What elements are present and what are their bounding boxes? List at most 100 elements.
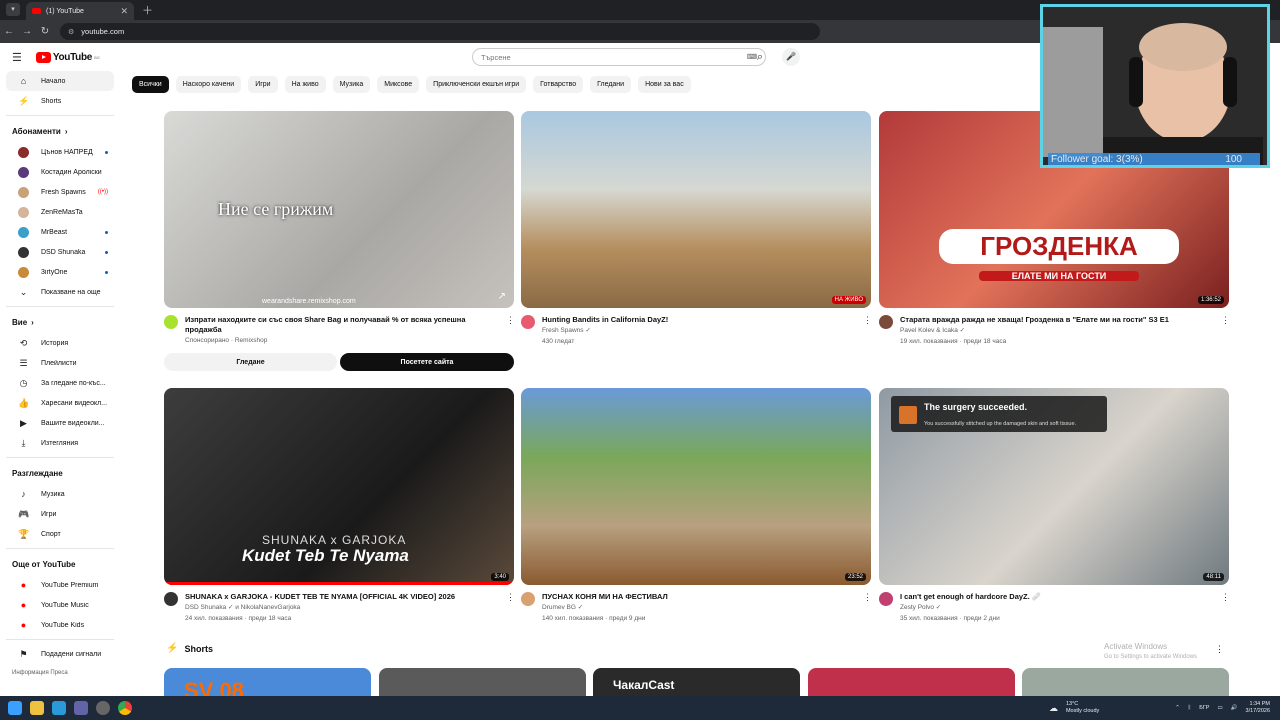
explore-item-1[interactable]: 🎮 Игри xyxy=(6,504,114,524)
tray-expand-icon[interactable]: ⌃ xyxy=(1175,705,1180,711)
channel-name[interactable]: Zesty Polvo ✓ xyxy=(900,602,1208,613)
teams-icon[interactable] xyxy=(74,701,88,715)
menu-icon[interactable]: ☰ xyxy=(12,51,22,64)
you-item-4[interactable]: ▶ Вашите видеокли... xyxy=(6,413,114,433)
chip-3[interactable]: На живо xyxy=(284,76,326,93)
short-thumbnail[interactable]: ЧакалCast xyxy=(593,668,800,696)
video-card[interactable]: Ние се грижим wearandshare.remixshop.com ↗… xyxy=(164,111,515,371)
short-thumbnail[interactable]: SV 08 xyxy=(164,668,371,696)
video-title[interactable]: ПУСНАХ КОНЯ МИ НА ФЕСТИВАЛ xyxy=(542,592,850,602)
channel-avatar[interactable] xyxy=(164,315,178,329)
youtube-app-item-1[interactable]: ● YouTube Music xyxy=(6,595,114,615)
tab-search-icon[interactable]: ▾ xyxy=(6,3,20,16)
subscription-item-5[interactable]: DSD Shunaka xyxy=(6,242,114,262)
more-actions-icon[interactable]: ⋮ xyxy=(1221,592,1230,624)
more-actions-icon[interactable]: ⋮ xyxy=(506,592,515,624)
video-thumbnail[interactable]: 23:52 xyxy=(521,388,871,585)
clock[interactable]: 1:34 PM 3/17/2026 xyxy=(1246,701,1270,715)
more-actions-icon[interactable]: ⋮ xyxy=(863,592,872,624)
shorts-more-icon[interactable]: ⋮ xyxy=(1215,644,1224,655)
video-title[interactable]: Старата вражда ражда не хваща! Грозденка… xyxy=(900,315,1208,325)
video-card[interactable]: 23:52 ПУСНАХ КОНЯ МИ НА ФЕСТИВАЛ Drumev BG… xyxy=(521,388,872,624)
sidebar-item-0[interactable]: ⌂ Начало xyxy=(6,71,114,91)
voice-search-button[interactable]: 🎤 xyxy=(782,48,800,66)
video-card[interactable]: SHUNAKA x GARJOKA Kudet Teb Te Nyama 3:40 S… xyxy=(164,388,515,624)
chip-6[interactable]: Приключенски екшън игри xyxy=(426,76,527,93)
youtube-logo[interactable]: YouTube BG xyxy=(35,51,100,63)
show-more-button[interactable]: ⌄ Показване на още xyxy=(6,282,114,302)
search-button[interactable]: ⌕ xyxy=(748,47,772,67)
back-icon[interactable]: ← xyxy=(0,26,18,37)
app-icon[interactable] xyxy=(52,701,66,715)
chip-1[interactable]: Наскоро качени xyxy=(175,76,242,93)
more-actions-icon[interactable]: ⋮ xyxy=(863,315,872,347)
youtube-app-item-2[interactable]: ● YouTube Kids xyxy=(6,615,114,635)
you-item-1[interactable]: ☰ Плейлисти xyxy=(6,353,114,373)
report-history-item[interactable]: ⚑ Подадени сигнали xyxy=(6,644,114,664)
you-item-2[interactable]: ◷ За гледане по-къс... xyxy=(6,373,114,393)
youtube-app-item-0[interactable]: ● YouTube Premium xyxy=(6,575,114,595)
channel-avatar[interactable] xyxy=(879,315,893,329)
you-item-0[interactable]: ⟲ История xyxy=(6,333,114,353)
bluetooth-icon[interactable]: ᛒ xyxy=(1188,705,1191,711)
new-tab-icon[interactable]: ＋ xyxy=(142,2,153,18)
file-explorer-icon[interactable] xyxy=(30,701,44,715)
channel-name[interactable]: Спонсорирано · Remixshop xyxy=(185,335,493,346)
short-thumbnail[interactable] xyxy=(378,668,586,696)
channel-avatar[interactable] xyxy=(164,592,178,606)
more-actions-icon[interactable]: ⋮ xyxy=(506,315,515,346)
video-thumbnail[interactable]: НА ЖИВО xyxy=(521,111,871,308)
external-link-icon[interactable]: ↗ xyxy=(498,291,506,302)
subscription-item-3[interactable]: ZenReMasTa xyxy=(6,202,114,222)
url-field[interactable]: ⚙ youtube.com xyxy=(60,23,820,40)
close-tab-icon[interactable]: ✕ xyxy=(120,6,128,17)
channel-avatar[interactable] xyxy=(521,592,535,606)
chip-8[interactable]: Гледани xyxy=(590,76,632,93)
network-icon[interactable]: ▭ xyxy=(1217,705,1222,711)
sidebar-item-1[interactable]: ⚡ Shorts xyxy=(6,91,114,111)
video-card[interactable]: The surgery succeeded. You successfully s… xyxy=(879,388,1230,624)
volume-icon[interactable]: 🔊 xyxy=(1231,705,1238,711)
video-title[interactable]: Изпрати находките си със своя Share Bag … xyxy=(185,315,493,335)
language-indicator[interactable]: БГР xyxy=(1199,705,1209,711)
chip-4[interactable]: Музика xyxy=(332,76,371,93)
browser-tab[interactable]: (1) YouTube ✕ xyxy=(26,2,134,20)
watch-button[interactable]: Гледане xyxy=(164,353,337,371)
footer-links[interactable]: Информация Преса xyxy=(0,670,120,676)
video-thumbnail[interactable]: SHUNAKA x GARJOKA Kudet Teb Te Nyama 3:40 xyxy=(164,388,514,585)
video-thumbnail[interactable]: Ние се грижим wearandshare.remixshop.com ↗ xyxy=(164,111,514,308)
channel-avatar[interactable] xyxy=(879,592,893,606)
subscription-item-0[interactable]: Цънов НАПРЕД ... xyxy=(6,142,114,162)
chip-0[interactable]: Всички xyxy=(132,76,169,93)
you-title[interactable]: Вие › xyxy=(0,311,120,333)
subscription-item-2[interactable]: Fresh Spawns ((•)) xyxy=(6,182,114,202)
channel-name[interactable]: Drumev BG ✓ xyxy=(542,602,850,613)
subscriptions-title[interactable]: Абонаменти › xyxy=(0,120,120,142)
subscription-item-4[interactable]: MrBeast xyxy=(6,222,114,242)
channel-avatar[interactable] xyxy=(521,315,535,329)
chip-5[interactable]: Миксове xyxy=(377,76,420,93)
video-thumbnail[interactable]: The surgery succeeded. You successfully s… xyxy=(879,388,1229,585)
video-title[interactable]: SHUNAKA x GARJOKA - KUDET TEB TE NYAMA [… xyxy=(185,592,493,602)
chrome-icon[interactable] xyxy=(118,701,132,715)
you-item-5[interactable]: ⤓ Изтегляния xyxy=(6,433,114,453)
short-thumbnail[interactable] xyxy=(807,668,1015,696)
explore-item-0[interactable]: ♪ Музика xyxy=(6,484,114,504)
start-icon[interactable] xyxy=(8,701,22,715)
you-item-3[interactable]: 👍 Харесани видеокл... xyxy=(6,393,114,413)
subscription-item-6[interactable]: 3irtyOne xyxy=(6,262,114,282)
site-info-icon[interactable]: ⚙ xyxy=(68,28,74,36)
video-title[interactable]: I can't get enough of hardcore DayZ. 🩹 xyxy=(900,592,1208,602)
browser-icon[interactable] xyxy=(96,701,110,715)
channel-name[interactable]: DSD Shunaka ✓ и NikolaNanevGarjoka xyxy=(185,602,493,613)
chip-7[interactable]: Готварство xyxy=(533,76,584,93)
chip-2[interactable]: Игри xyxy=(248,76,278,93)
weather-widget[interactable]: 13°C Mostly cloudy xyxy=(1066,701,1099,715)
channel-name[interactable]: Pavel Kolev & Icaka ✓ xyxy=(900,325,1208,336)
reload-icon[interactable]: ↻ xyxy=(36,26,54,37)
channel-name[interactable]: Fresh Spawns ✓ xyxy=(542,325,850,336)
forward-icon[interactable]: → xyxy=(18,26,36,37)
subscription-item-1[interactable]: Костадин Ароліски xyxy=(6,162,114,182)
video-card[interactable]: НА ЖИВО Hunting Bandits in California Day… xyxy=(521,111,872,347)
search-input[interactable]: Търсене ⌨ xyxy=(472,48,766,66)
